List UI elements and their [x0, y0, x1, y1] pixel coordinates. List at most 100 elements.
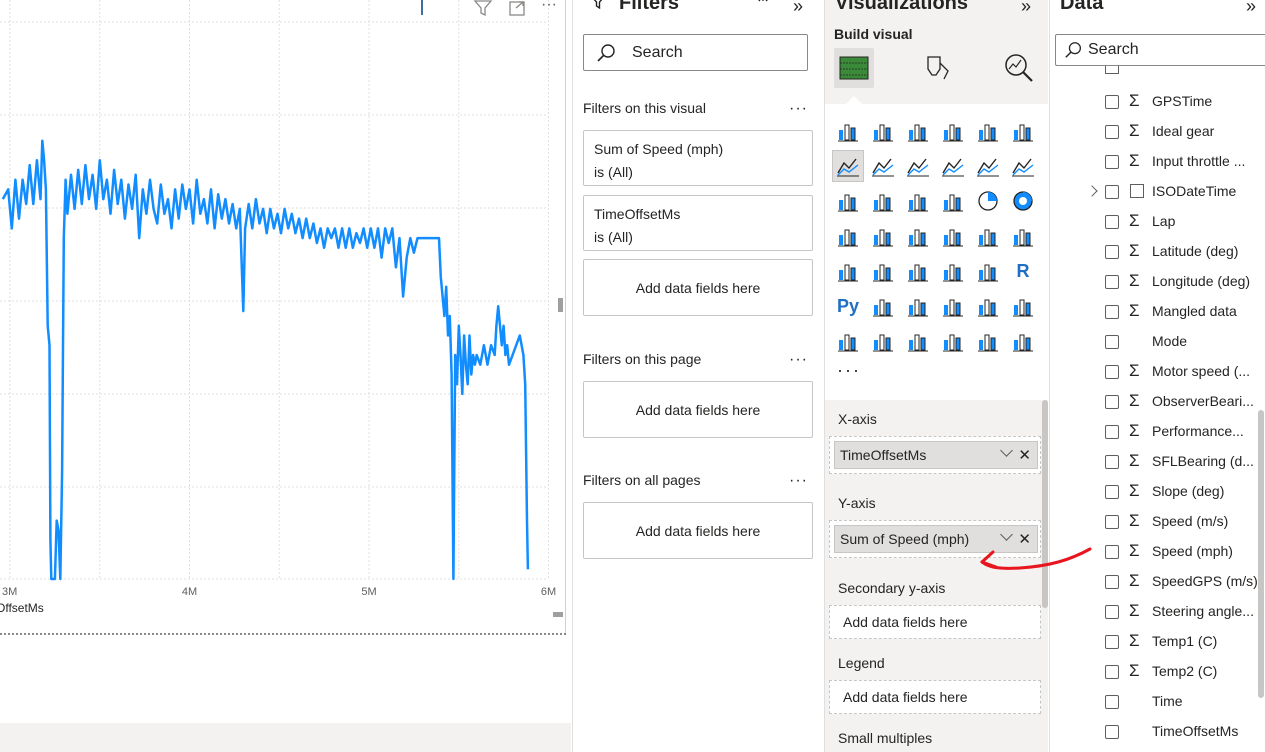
partial-field-checkbox[interactable]: [1105, 66, 1119, 74]
kpi-icon[interactable]: [868, 256, 898, 286]
narrative-icon[interactable]: [973, 291, 1003, 321]
waterfall-icon[interactable]: [868, 186, 898, 216]
line-chart-icon[interactable]: [832, 150, 864, 182]
field-checkbox[interactable]: [1105, 185, 1119, 199]
analytics-tab[interactable]: [999, 48, 1039, 88]
donut-icon[interactable]: [1008, 186, 1038, 216]
chevron-down-icon[interactable]: [1000, 444, 1013, 457]
field-row[interactable]: Σ Temp2 (C): [1050, 657, 1260, 687]
matrix-icon[interactable]: [973, 256, 1003, 286]
card-icon[interactable]: [1008, 221, 1038, 251]
field-checkbox[interactable]: [1105, 635, 1119, 649]
multirow-card-icon[interactable]: [833, 256, 863, 286]
field-checkbox[interactable]: [1105, 485, 1119, 499]
field-row[interactable]: Σ Speed (mph): [1050, 537, 1260, 567]
power-apps-icon[interactable]: [868, 326, 898, 356]
field-row[interactable]: ISODateTime: [1050, 177, 1260, 207]
x-axis-field-pill[interactable]: TimeOffsetMs ✕: [834, 441, 1038, 469]
field-checkbox[interactable]: [1105, 365, 1119, 379]
filter-card-speed[interactable]: Sum of Speed (mph) is (All): [583, 130, 813, 186]
field-checkbox[interactable]: [1105, 215, 1119, 229]
filled-map-icon[interactable]: [903, 221, 933, 251]
filter-card-timeoffset[interactable]: TimeOffsetMs is (All): [583, 195, 813, 251]
field-row[interactable]: Σ Latitude (deg): [1050, 237, 1260, 267]
field-checkbox[interactable]: [1105, 125, 1119, 139]
treemap-icon[interactable]: [833, 221, 863, 251]
field-row[interactable]: Σ Speed (m/s): [1050, 507, 1260, 537]
gauge-icon[interactable]: [973, 221, 1003, 251]
chevron-down-icon[interactable]: [1000, 528, 1013, 541]
focus-mode-icon[interactable]: [507, 0, 527, 16]
field-row[interactable]: Σ Performance...: [1050, 417, 1260, 447]
field-row[interactable]: Time: [1050, 687, 1260, 717]
field-row[interactable]: Σ SpeedGPS (m/s): [1050, 567, 1260, 597]
ribbon-icon[interactable]: [938, 151, 968, 181]
field-checkbox[interactable]: [1105, 455, 1119, 469]
field-checkbox[interactable]: [1105, 245, 1119, 259]
field-checkbox[interactable]: [1105, 605, 1119, 619]
field-checkbox[interactable]: [1105, 275, 1119, 289]
field-row[interactable]: TimeOffsetMs: [1050, 717, 1260, 747]
page-filter-drop-zone[interactable]: Add data fields here: [583, 381, 813, 438]
qa-icon[interactable]: [938, 291, 968, 321]
slicer-icon[interactable]: [903, 256, 933, 286]
y-axis-field-pill[interactable]: Sum of Speed (mph) ✕: [834, 525, 1038, 553]
resize-handle-corner[interactable]: [553, 612, 563, 617]
field-row[interactable]: Σ Lap: [1050, 207, 1260, 237]
field-row[interactable]: Σ Motor speed (...: [1050, 357, 1260, 387]
diamond-visual-icon[interactable]: [973, 326, 1003, 356]
all-pages-filter-drop-zone[interactable]: Add data fields here: [583, 502, 813, 559]
power-automate-icon[interactable]: [903, 326, 933, 356]
field-row[interactable]: Σ ObserverBeari...: [1050, 387, 1260, 417]
arcgis-icon[interactable]: [938, 326, 968, 356]
field-checkbox[interactable]: [1105, 545, 1119, 559]
field-row[interactable]: Σ Temp1 (C): [1050, 627, 1260, 657]
field-checkbox[interactable]: [1105, 575, 1119, 589]
filter-icon[interactable]: [473, 0, 493, 16]
table-icon[interactable]: [938, 256, 968, 286]
field-checkbox[interactable]: [1105, 155, 1119, 169]
field-checkbox[interactable]: [1105, 725, 1119, 739]
resize-handle-right[interactable]: [558, 298, 563, 312]
field-row[interactable]: Σ Steering angle...: [1050, 597, 1260, 627]
chevron-right-icon[interactable]: [1086, 185, 1098, 197]
data-scrollbar[interactable]: [1258, 410, 1264, 698]
line-chart-visual[interactable]: 3M 4M 5M 6M OffsetMs ···: [0, 0, 566, 635]
visualizations-scrollbar[interactable]: [1042, 400, 1048, 608]
clustered-bar-icon[interactable]: [903, 116, 933, 146]
field-checkbox[interactable]: [1105, 425, 1119, 439]
python-visual-icon[interactable]: Py: [833, 291, 863, 321]
funnel-icon[interactable]: [903, 186, 933, 216]
legend-well[interactable]: Add data fields here: [829, 680, 1041, 714]
remove-field-icon[interactable]: ✕: [1018, 530, 1031, 548]
field-row[interactable]: Σ GPSTime: [1050, 87, 1260, 117]
chevron-visual-icon[interactable]: [1008, 326, 1038, 356]
field-row[interactable]: Σ SFLBearing (d...: [1050, 447, 1260, 477]
more-options-icon[interactable]: ···: [541, 0, 557, 13]
field-checkbox[interactable]: [1105, 395, 1119, 409]
pie-icon[interactable]: [973, 186, 1003, 216]
goals-icon[interactable]: [1008, 291, 1038, 321]
remove-field-icon[interactable]: ✕: [1018, 446, 1031, 464]
y-axis-well[interactable]: Sum of Speed (mph) ✕: [829, 520, 1041, 558]
x-axis-well[interactable]: TimeOffsetMs ✕: [829, 436, 1041, 474]
key-influencers-icon[interactable]: [868, 291, 898, 321]
build-visual-tab[interactable]: [834, 48, 874, 88]
secondary-y-axis-well[interactable]: Add data fields here: [829, 605, 1041, 639]
line-clustered-icon[interactable]: [1008, 151, 1038, 181]
r-visual-icon[interactable]: R: [1008, 256, 1038, 286]
field-row[interactable]: Σ Input throttle ...: [1050, 147, 1260, 177]
map-icon[interactable]: [868, 221, 898, 251]
field-row[interactable]: Σ Ideal gear: [1050, 117, 1260, 147]
field-checkbox[interactable]: [1105, 665, 1119, 679]
filters-search[interactable]: Search: [583, 34, 808, 71]
filters-on-visual-more[interactable]: ···: [789, 100, 808, 118]
speed-series-line[interactable]: [1, 139, 530, 581]
field-row[interactable]: Σ Slope (deg): [1050, 477, 1260, 507]
stacked-column-icon[interactable]: [868, 116, 898, 146]
100-column-icon[interactable]: [1008, 116, 1038, 146]
clustered-column-icon[interactable]: [938, 116, 968, 146]
format-visual-tab[interactable]: [917, 48, 957, 88]
collapse-filters-icon[interactable]: »: [793, 0, 803, 17]
field-row[interactable]: Σ Mangled data: [1050, 297, 1260, 327]
